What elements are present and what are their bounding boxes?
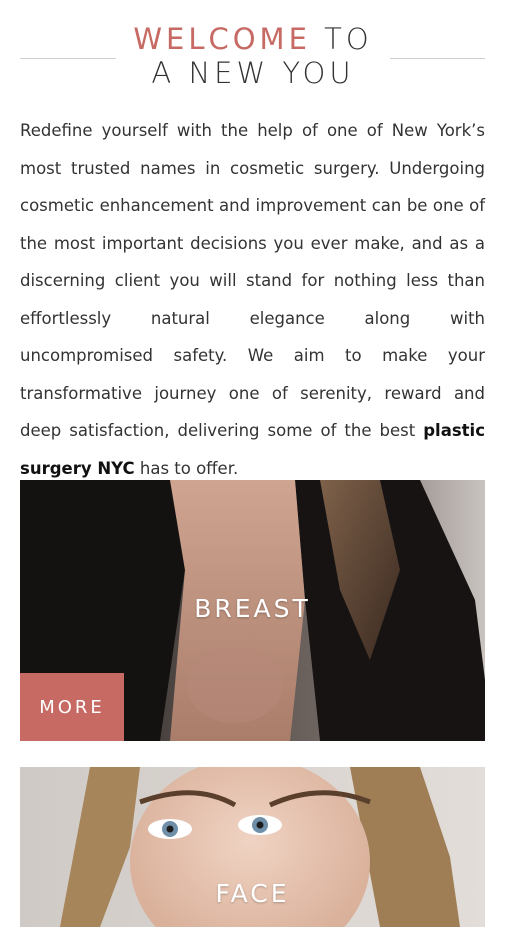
heading-line-1: WELCOME TO: [0, 22, 506, 56]
more-button[interactable]: MORE: [20, 673, 124, 741]
breast-card-label: BREAST: [194, 594, 311, 623]
heading-welcome: WELCOME: [133, 22, 311, 56]
intro-text-after: has to offer.: [134, 458, 239, 478]
intro-text-before: Redefine yourself with the help of one o…: [20, 121, 485, 440]
heading-to: TO: [324, 22, 373, 56]
face-card[interactable]: FACE: [20, 767, 485, 927]
heading-subtitle: A NEW YOU: [151, 56, 355, 90]
face-card-label: FACE: [215, 879, 290, 908]
intro-paragraph: Redefine yourself with the help of one o…: [20, 112, 485, 487]
breast-card[interactable]: BREAST MORE: [20, 480, 485, 741]
section-header: WELCOME TO A NEW YOU: [0, 0, 506, 110]
